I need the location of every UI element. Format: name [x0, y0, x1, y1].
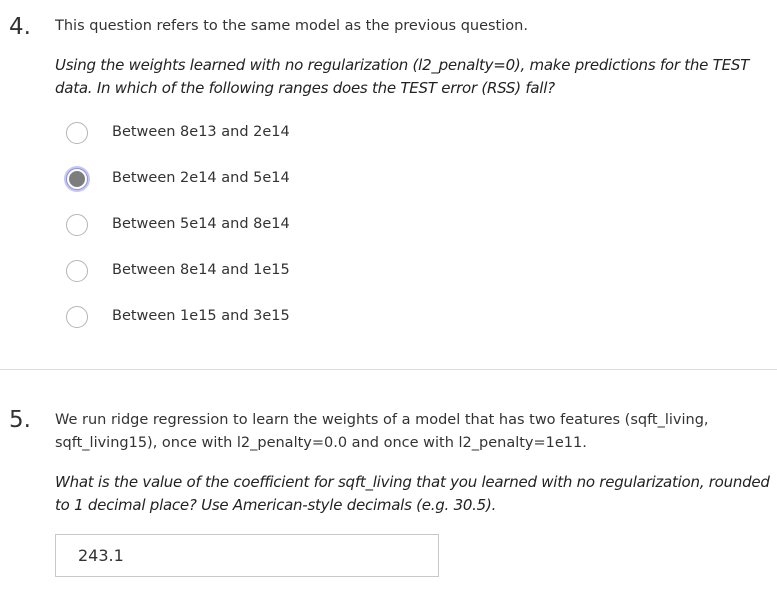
option-label: Between 1e15 and 3e15 — [112, 308, 290, 324]
question-intro: This question refers to the same model a… — [55, 18, 528, 34]
option-label: Between 8e14 and 1e15 — [112, 262, 290, 278]
answer-input[interactable] — [55, 534, 439, 577]
radio-option-1[interactable]: Between 8e13 and 2e14 — [64, 119, 364, 149]
option-label: Between 5e14 and 8e14 — [112, 216, 290, 232]
radio-button[interactable] — [66, 260, 88, 282]
radio-option-5[interactable]: Between 1e15 and 3e15 — [64, 303, 364, 333]
radio-button[interactable] — [66, 306, 88, 328]
question-intro-line-1: We run ridge regression to learn the wei… — [55, 412, 709, 428]
option-label: Between 8e13 and 2e14 — [112, 124, 290, 140]
question-prompt-line-2: to 1 decimal place? Use American-style d… — [55, 496, 497, 514]
question-number: 4. — [9, 14, 31, 40]
radio-button[interactable] — [66, 122, 88, 144]
question-prompt-line-1: What is the value of the coefficient for… — [55, 473, 770, 491]
question-prompt-line-1: Using the weights learned with no regula… — [55, 56, 750, 74]
option-label: Between 2e14 and 5e14 — [112, 170, 290, 186]
radio-button-selected[interactable] — [66, 168, 88, 190]
question-prompt-line-2: data. In which of the following ranges d… — [55, 79, 555, 97]
radio-option-2[interactable]: Between 2e14 and 5e14 — [64, 165, 364, 195]
radio-option-3[interactable]: Between 5e14 and 8e14 — [64, 211, 364, 241]
question-number: 5. — [9, 407, 31, 433]
radio-option-4[interactable]: Between 8e14 and 1e15 — [64, 257, 364, 287]
radio-button[interactable] — [66, 214, 88, 236]
question-divider — [0, 369, 777, 370]
question-intro-line-2: sqft_living15), once with l2_penalty=0.0… — [55, 435, 587, 451]
